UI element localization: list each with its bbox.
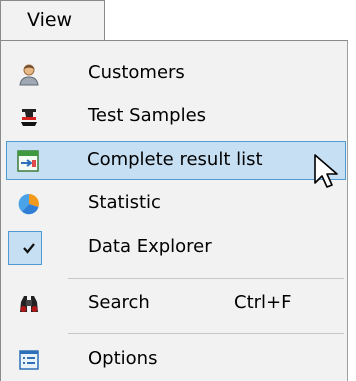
checkmark-icon <box>17 236 41 260</box>
menu-item-customers[interactable]: Customers <box>1 54 346 93</box>
test-sample-icon <box>17 105 41 129</box>
menu-border <box>104 40 348 41</box>
options-list-icon <box>17 348 41 372</box>
menu-item-test-samples-label: Test Samples <box>88 105 207 126</box>
menu-separator <box>68 333 344 334</box>
menu-item-customers-label: Customers <box>88 62 185 83</box>
pie-chart-icon <box>17 192 41 216</box>
menu-item-options-label: Options <box>88 348 158 369</box>
binoculars-icon <box>17 292 41 316</box>
mouse-cursor-icon <box>313 153 343 193</box>
menu-item-search-label: Search <box>88 292 150 313</box>
menu-item-complete-result-list-label: Complete result list <box>87 149 263 170</box>
menu-item-data-explorer[interactable]: Data Explorer <box>1 228 346 267</box>
menu-item-options[interactable]: Options <box>1 340 346 379</box>
menu-item-statistic[interactable]: Statistic <box>1 184 346 223</box>
search-shortcut: Ctrl+F <box>234 292 292 313</box>
menu-item-complete-result-list[interactable]: Complete result list <box>6 141 346 180</box>
menu-item-test-samples[interactable]: Test Samples <box>1 97 346 136</box>
view-menu-label: View <box>27 9 73 31</box>
menu-item-data-explorer-label: Data Explorer <box>88 236 212 257</box>
view-menu[interactable]: View <box>0 0 105 41</box>
menu-separator <box>68 278 344 279</box>
result-list-icon <box>16 149 40 173</box>
person-icon <box>17 62 41 86</box>
menu-item-statistic-label: Statistic <box>88 192 161 213</box>
menu-item-search[interactable]: Search Ctrl+F <box>1 284 346 323</box>
